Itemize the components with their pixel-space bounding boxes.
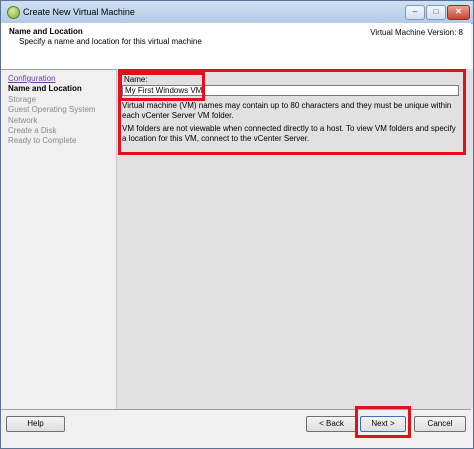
step-storage: Storage [8, 94, 37, 104]
footer-divider [1, 409, 471, 410]
maximize-button[interactable]: □ [426, 5, 446, 20]
next-button[interactable]: Next > [360, 416, 406, 432]
close-button[interactable]: ✕ [447, 5, 470, 20]
cancel-button[interactable]: Cancel [414, 416, 466, 432]
vsphere-app-icon [7, 6, 20, 19]
step-configuration[interactable]: Configuration [8, 74, 118, 84]
title-bar[interactable]: Create New Virtual Machine – □ ✕ [1, 1, 473, 24]
step-name-and-location: Name and Location [8, 84, 82, 94]
back-button[interactable]: < Back [306, 416, 357, 432]
name-field-label: Name: [124, 75, 148, 84]
name-hint-text: Virtual machine (VM) names may contain u… [122, 101, 452, 120]
window-title: Create New Virtual Machine [23, 7, 135, 17]
content-panel [116, 69, 473, 409]
wizard-header: Name and Location Specify a name and loc… [1, 23, 471, 70]
wizard-steps: Configuration Name and Location Storage … [8, 74, 118, 147]
page-title: Name and Location [9, 27, 83, 36]
step-create-disk: Create a Disk [8, 125, 57, 135]
help-button[interactable]: Help [6, 416, 65, 432]
step-guest-os: Guest Operating System [8, 105, 96, 115]
page-subtitle: Specify a name and location for this vir… [19, 37, 202, 46]
minimize-button[interactable]: – [405, 5, 425, 20]
vm-name-input[interactable] [122, 85, 459, 96]
step-ready-to-complete: Ready to Complete [8, 136, 77, 146]
folder-hint-text: VM folders are not viewable when connect… [122, 124, 456, 143]
step-network: Network [8, 115, 38, 125]
vm-version-label: Virtual Machine Version: 8 [370, 28, 463, 37]
